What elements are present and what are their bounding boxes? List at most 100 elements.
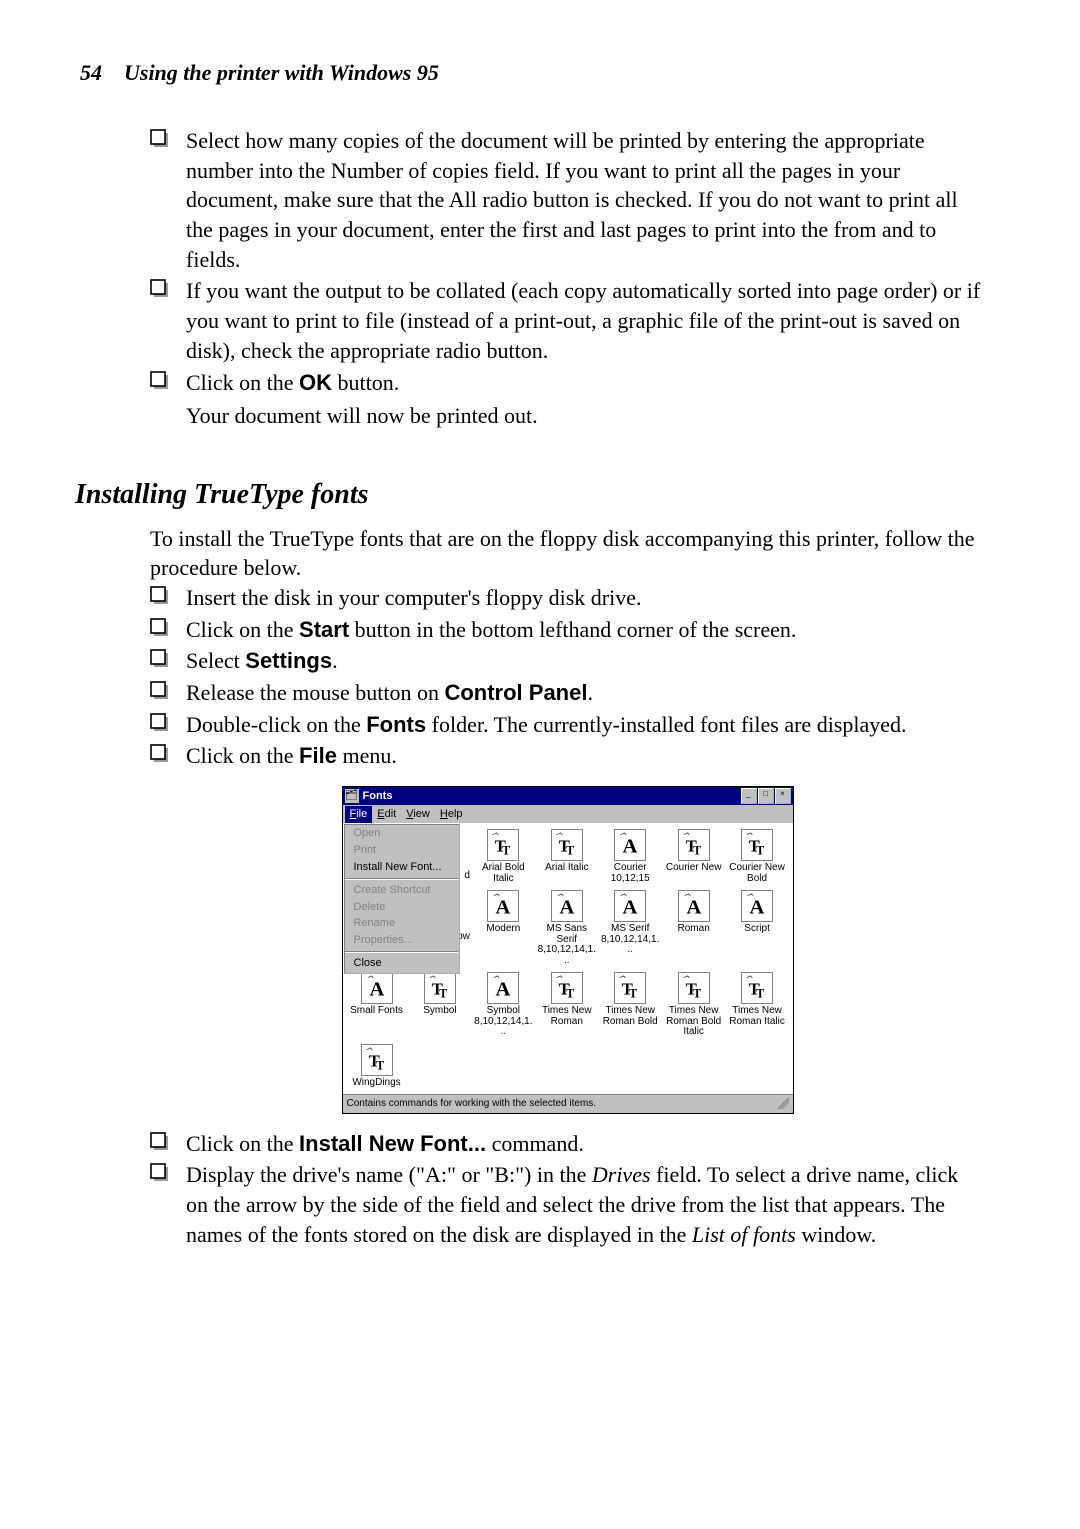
paragraph: Your document will now be printed out. bbox=[150, 401, 985, 431]
bitmap-icon bbox=[743, 892, 771, 920]
bitmap-icon bbox=[489, 892, 517, 920]
font-icon[interactable]: MS Serif 8,10,12,14,1... bbox=[600, 890, 660, 966]
bullet-item: Release the mouse button on Control Pane… bbox=[150, 678, 985, 708]
bullet-text: . bbox=[332, 648, 338, 673]
bullet-text: folder. The currently-installed font fil… bbox=[426, 712, 906, 737]
truetype-icon bbox=[553, 831, 581, 859]
font-icon[interactable]: Times New Roman Bold bbox=[600, 972, 660, 1038]
menu-delete[interactable]: Delete bbox=[344, 899, 459, 916]
bullet-text: Click on the bbox=[186, 743, 299, 768]
menu-properties[interactable]: Properties... bbox=[344, 932, 459, 949]
font-icon[interactable]: Courier 10,12,15 bbox=[600, 829, 660, 884]
page-title: Using the printer with Windows 95 bbox=[124, 60, 439, 85]
font-label: Symbol bbox=[410, 1006, 470, 1017]
bitmap-icon bbox=[363, 974, 391, 1002]
bullet-text: . bbox=[587, 680, 593, 705]
menu-view[interactable]: View bbox=[401, 806, 435, 823]
bullet-text: button. bbox=[332, 370, 399, 395]
control-menu-icon[interactable]: 🗂 bbox=[345, 789, 359, 803]
menu-open[interactable]: Open bbox=[344, 825, 459, 842]
checkbox-icon bbox=[150, 744, 170, 764]
truetype-icon bbox=[680, 974, 708, 1002]
truetype-icon bbox=[489, 831, 517, 859]
font-icon[interactable]: Roman bbox=[664, 890, 724, 966]
font-icon[interactable]: WingDings bbox=[347, 1044, 407, 1089]
bullet-text: Click on the bbox=[186, 370, 299, 395]
maximize-button[interactable]: □ bbox=[758, 788, 774, 804]
fonts-window: 🗂 Fonts _ □ × FFileile Edit View Help Op… bbox=[342, 786, 794, 1114]
checkbox-icon bbox=[150, 371, 170, 391]
bullet-text: If you want the output to be collated (e… bbox=[186, 278, 980, 362]
start-label: Start bbox=[299, 617, 349, 642]
paragraph: To install the TrueType fonts that are o… bbox=[150, 524, 985, 583]
menu-rename[interactable]: Rename bbox=[344, 915, 459, 932]
bullet-item: Select Settings. bbox=[150, 646, 985, 676]
bullet-text: Select how many copies of the document w… bbox=[186, 128, 958, 272]
font-label: Times New Roman Bold bbox=[600, 1006, 660, 1027]
menu-close[interactable]: Close bbox=[344, 955, 459, 972]
menu-separator bbox=[345, 878, 458, 880]
font-icon[interactable]: Small Fonts bbox=[347, 972, 407, 1038]
truetype-icon bbox=[743, 974, 771, 1002]
font-icon[interactable]: Script bbox=[727, 890, 787, 966]
bullet-list-1: Select how many copies of the document w… bbox=[150, 126, 985, 397]
list-of-fonts-label: List of fonts bbox=[692, 1222, 796, 1247]
menu-bar: FFileile Edit View Help bbox=[343, 805, 793, 823]
close-button[interactable]: × bbox=[775, 788, 791, 804]
menu-print[interactable]: Print bbox=[344, 842, 459, 859]
checkbox-icon bbox=[150, 713, 170, 733]
menu-help[interactable]: Help bbox=[435, 806, 468, 823]
drives-label: Drives bbox=[592, 1162, 651, 1187]
title-bar[interactable]: 🗂 Fonts _ □ × bbox=[343, 787, 793, 805]
bullet-text: button in the bottom lefthand corner of … bbox=[349, 617, 796, 642]
bullet-item: Click on the OK button. bbox=[150, 368, 985, 398]
bitmap-icon bbox=[616, 892, 644, 920]
bullet-list-3: Click on the Install New Font... command… bbox=[150, 1129, 985, 1250]
font-icon[interactable]: Symbol 8,10,12,14,1... bbox=[473, 972, 533, 1038]
font-icon[interactable]: Arial Bold Italic bbox=[473, 829, 533, 884]
font-icon[interactable]: Courier New bbox=[664, 829, 724, 884]
bullet-text: Select bbox=[186, 648, 245, 673]
window-title: Fonts bbox=[363, 789, 741, 804]
menu-create-shortcut[interactable]: Create Shortcut bbox=[344, 882, 459, 899]
font-icon[interactable]: MS Sans Serif 8,10,12,14,1... bbox=[537, 890, 597, 966]
font-icon[interactable]: Symbol bbox=[410, 972, 470, 1038]
font-icon[interactable]: Modern bbox=[473, 890, 533, 966]
resize-grip-icon[interactable] bbox=[777, 1097, 789, 1109]
checkbox-icon bbox=[150, 129, 170, 149]
bullet-text: menu. bbox=[337, 743, 397, 768]
truetype-icon bbox=[426, 974, 454, 1002]
font-label: MS Serif 8,10,12,14,1... bbox=[600, 924, 660, 956]
font-label: Arial Italic bbox=[537, 863, 597, 874]
minimize-button[interactable]: _ bbox=[741, 788, 757, 804]
bullet-text: Display the drive's name ("A:" or "B:") … bbox=[186, 1162, 592, 1187]
font-label: MS Sans Serif 8,10,12,14,1... bbox=[537, 924, 597, 966]
font-icon[interactable]: Courier New Bold bbox=[727, 829, 787, 884]
menu-edit[interactable]: Edit bbox=[372, 806, 401, 823]
bullet-text: command. bbox=[486, 1131, 584, 1156]
font-icon[interactable]: Times New Roman Italic bbox=[727, 972, 787, 1038]
ok-label: OK bbox=[299, 370, 332, 395]
bullet-item: Double-click on the Fonts folder. The cu… bbox=[150, 710, 985, 740]
bullet-text: Release the mouse button on bbox=[186, 680, 444, 705]
checkbox-icon bbox=[150, 649, 170, 669]
font-icon[interactable]: Arial Italic bbox=[537, 829, 597, 884]
bitmap-icon bbox=[680, 892, 708, 920]
menu-install-new-font[interactable]: Install New Font... bbox=[344, 859, 459, 876]
bullet-item: Select how many copies of the document w… bbox=[150, 126, 985, 274]
font-label: Courier 10,12,15 bbox=[600, 863, 660, 884]
font-label: WingDings bbox=[347, 1078, 407, 1089]
checkbox-icon bbox=[150, 1132, 170, 1152]
font-icon[interactable]: Times New Roman Bold Italic bbox=[664, 972, 724, 1038]
status-bar: Contains commands for working with the s… bbox=[343, 1094, 793, 1113]
truetype-icon bbox=[553, 974, 581, 1002]
menu-file[interactable]: FFileile bbox=[345, 806, 373, 823]
truetype-icon bbox=[680, 831, 708, 859]
file-menu-dropdown: Open Print Install New Font... Create Sh… bbox=[343, 823, 460, 974]
font-label: Modern bbox=[473, 924, 533, 935]
font-icon[interactable]: Times New Roman bbox=[537, 972, 597, 1038]
font-label: Small Fonts bbox=[347, 1006, 407, 1017]
install-new-font-label: Install New Font... bbox=[299, 1131, 486, 1156]
bullet-list-2: Insert the disk in your computer's flopp… bbox=[150, 583, 985, 771]
checkbox-icon bbox=[150, 586, 170, 606]
